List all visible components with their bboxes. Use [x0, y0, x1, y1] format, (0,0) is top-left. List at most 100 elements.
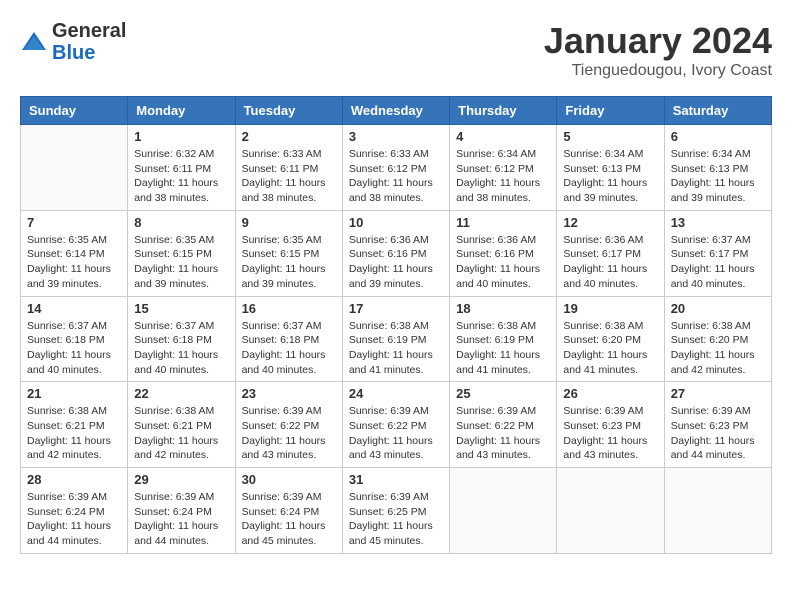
logo-blue: Blue — [52, 42, 126, 64]
daylight: Daylight: 11 hours and 40 minutes. — [242, 349, 326, 376]
page-title: January 2024 — [544, 20, 772, 62]
calendar-cell — [557, 468, 664, 554]
sunrise: Sunrise: 6:38 AM — [671, 320, 751, 332]
sunrise: Sunrise: 6:38 AM — [456, 320, 536, 332]
calendar-cell: 6 Sunrise: 6:34 AM Sunset: 6:13 PM Dayli… — [664, 125, 771, 211]
daylight: Daylight: 11 hours and 43 minutes. — [456, 435, 540, 462]
day-number: 24 — [349, 386, 443, 401]
logo: General Blue — [20, 20, 126, 64]
day-number: 22 — [134, 386, 228, 401]
sunset: Sunset: 6:14 PM — [27, 248, 105, 260]
daylight: Daylight: 11 hours and 40 minutes. — [456, 263, 540, 290]
sunrise: Sunrise: 6:35 AM — [134, 234, 214, 246]
sunset: Sunset: 6:17 PM — [563, 248, 641, 260]
day-number: 20 — [671, 301, 765, 316]
calendar-cell: 13 Sunrise: 6:37 AM Sunset: 6:17 PM Dayl… — [664, 210, 771, 296]
sunrise: Sunrise: 6:38 AM — [27, 405, 107, 417]
daylight: Daylight: 11 hours and 39 minutes. — [27, 263, 111, 290]
calendar-cell: 2 Sunrise: 6:33 AM Sunset: 6:11 PM Dayli… — [235, 125, 342, 211]
day-info: Sunrise: 6:36 AM Sunset: 6:16 PM Dayligh… — [349, 233, 443, 292]
day-number: 8 — [134, 215, 228, 230]
day-info: Sunrise: 6:38 AM Sunset: 6:19 PM Dayligh… — [456, 319, 550, 378]
sunset: Sunset: 6:23 PM — [563, 420, 641, 432]
sunset: Sunset: 6:18 PM — [134, 334, 212, 346]
day-info: Sunrise: 6:34 AM Sunset: 6:12 PM Dayligh… — [456, 147, 550, 206]
sunrise: Sunrise: 6:34 AM — [563, 148, 643, 160]
day-info: Sunrise: 6:33 AM Sunset: 6:12 PM Dayligh… — [349, 147, 443, 206]
sunrise: Sunrise: 6:35 AM — [27, 234, 107, 246]
day-number: 7 — [27, 215, 121, 230]
day-info: Sunrise: 6:35 AM Sunset: 6:14 PM Dayligh… — [27, 233, 121, 292]
sunrise: Sunrise: 6:37 AM — [242, 320, 322, 332]
calendar-cell: 28 Sunrise: 6:39 AM Sunset: 6:24 PM Dayl… — [21, 468, 128, 554]
calendar-cell: 29 Sunrise: 6:39 AM Sunset: 6:24 PM Dayl… — [128, 468, 235, 554]
sunset: Sunset: 6:21 PM — [27, 420, 105, 432]
day-info: Sunrise: 6:34 AM Sunset: 6:13 PM Dayligh… — [563, 147, 657, 206]
sunset: Sunset: 6:12 PM — [349, 163, 427, 175]
daylight: Daylight: 11 hours and 38 minutes. — [456, 177, 540, 204]
calendar-cell — [450, 468, 557, 554]
sunrise: Sunrise: 6:36 AM — [563, 234, 643, 246]
daylight: Daylight: 11 hours and 39 minutes. — [242, 263, 326, 290]
weekday-wednesday: Wednesday — [342, 97, 449, 125]
day-info: Sunrise: 6:39 AM Sunset: 6:23 PM Dayligh… — [563, 404, 657, 463]
sunrise: Sunrise: 6:32 AM — [134, 148, 214, 160]
day-info: Sunrise: 6:39 AM Sunset: 6:22 PM Dayligh… — [349, 404, 443, 463]
calendar-week-5: 28 Sunrise: 6:39 AM Sunset: 6:24 PM Dayl… — [21, 468, 772, 554]
daylight: Daylight: 11 hours and 43 minutes. — [242, 435, 326, 462]
calendar-cell: 5 Sunrise: 6:34 AM Sunset: 6:13 PM Dayli… — [557, 125, 664, 211]
calendar-cell: 3 Sunrise: 6:33 AM Sunset: 6:12 PM Dayli… — [342, 125, 449, 211]
sunset: Sunset: 6:13 PM — [563, 163, 641, 175]
day-number: 3 — [349, 129, 443, 144]
day-info: Sunrise: 6:39 AM Sunset: 6:24 PM Dayligh… — [27, 490, 121, 549]
day-info: Sunrise: 6:37 AM Sunset: 6:18 PM Dayligh… — [27, 319, 121, 378]
sunset: Sunset: 6:15 PM — [134, 248, 212, 260]
page-header: General Blue January 2024 Tienguedougou,… — [20, 20, 772, 80]
calendar-cell: 21 Sunrise: 6:38 AM Sunset: 6:21 PM Dayl… — [21, 382, 128, 468]
day-info: Sunrise: 6:37 AM Sunset: 6:18 PM Dayligh… — [134, 319, 228, 378]
sunrise: Sunrise: 6:36 AM — [349, 234, 429, 246]
day-number: 15 — [134, 301, 228, 316]
sunset: Sunset: 6:19 PM — [456, 334, 534, 346]
sunrise: Sunrise: 6:39 AM — [242, 491, 322, 503]
day-info: Sunrise: 6:35 AM Sunset: 6:15 PM Dayligh… — [242, 233, 336, 292]
weekday-saturday: Saturday — [664, 97, 771, 125]
calendar-cell: 1 Sunrise: 6:32 AM Sunset: 6:11 PM Dayli… — [128, 125, 235, 211]
calendar-cell: 9 Sunrise: 6:35 AM Sunset: 6:15 PM Dayli… — [235, 210, 342, 296]
daylight: Daylight: 11 hours and 43 minutes. — [563, 435, 647, 462]
sunset: Sunset: 6:18 PM — [242, 334, 320, 346]
day-number: 18 — [456, 301, 550, 316]
sunset: Sunset: 6:25 PM — [349, 506, 427, 518]
day-number: 16 — [242, 301, 336, 316]
calendar-cell: 23 Sunrise: 6:39 AM Sunset: 6:22 PM Dayl… — [235, 382, 342, 468]
calendar-cell: 17 Sunrise: 6:38 AM Sunset: 6:19 PM Dayl… — [342, 296, 449, 382]
day-info: Sunrise: 6:34 AM Sunset: 6:13 PM Dayligh… — [671, 147, 765, 206]
calendar-cell: 27 Sunrise: 6:39 AM Sunset: 6:23 PM Dayl… — [664, 382, 771, 468]
daylight: Daylight: 11 hours and 38 minutes. — [134, 177, 218, 204]
day-number: 12 — [563, 215, 657, 230]
weekday-monday: Monday — [128, 97, 235, 125]
day-number: 9 — [242, 215, 336, 230]
day-info: Sunrise: 6:38 AM Sunset: 6:19 PM Dayligh… — [349, 319, 443, 378]
calendar-week-3: 14 Sunrise: 6:37 AM Sunset: 6:18 PM Dayl… — [21, 296, 772, 382]
daylight: Daylight: 11 hours and 40 minutes. — [563, 263, 647, 290]
daylight: Daylight: 11 hours and 38 minutes. — [242, 177, 326, 204]
sunrise: Sunrise: 6:39 AM — [349, 491, 429, 503]
sunset: Sunset: 6:22 PM — [349, 420, 427, 432]
day-number: 29 — [134, 472, 228, 487]
calendar-cell: 10 Sunrise: 6:36 AM Sunset: 6:16 PM Dayl… — [342, 210, 449, 296]
sunrise: Sunrise: 6:35 AM — [242, 234, 322, 246]
page-subtitle: Tienguedougou, Ivory Coast — [544, 62, 772, 80]
day-info: Sunrise: 6:39 AM Sunset: 6:22 PM Dayligh… — [456, 404, 550, 463]
day-number: 19 — [563, 301, 657, 316]
day-info: Sunrise: 6:39 AM Sunset: 6:25 PM Dayligh… — [349, 490, 443, 549]
sunrise: Sunrise: 6:37 AM — [134, 320, 214, 332]
day-info: Sunrise: 6:38 AM Sunset: 6:20 PM Dayligh… — [563, 319, 657, 378]
calendar-cell — [21, 125, 128, 211]
sunset: Sunset: 6:16 PM — [349, 248, 427, 260]
sunrise: Sunrise: 6:33 AM — [349, 148, 429, 160]
daylight: Daylight: 11 hours and 40 minutes. — [134, 349, 218, 376]
sunset: Sunset: 6:21 PM — [134, 420, 212, 432]
day-number: 14 — [27, 301, 121, 316]
daylight: Daylight: 11 hours and 42 minutes. — [134, 435, 218, 462]
